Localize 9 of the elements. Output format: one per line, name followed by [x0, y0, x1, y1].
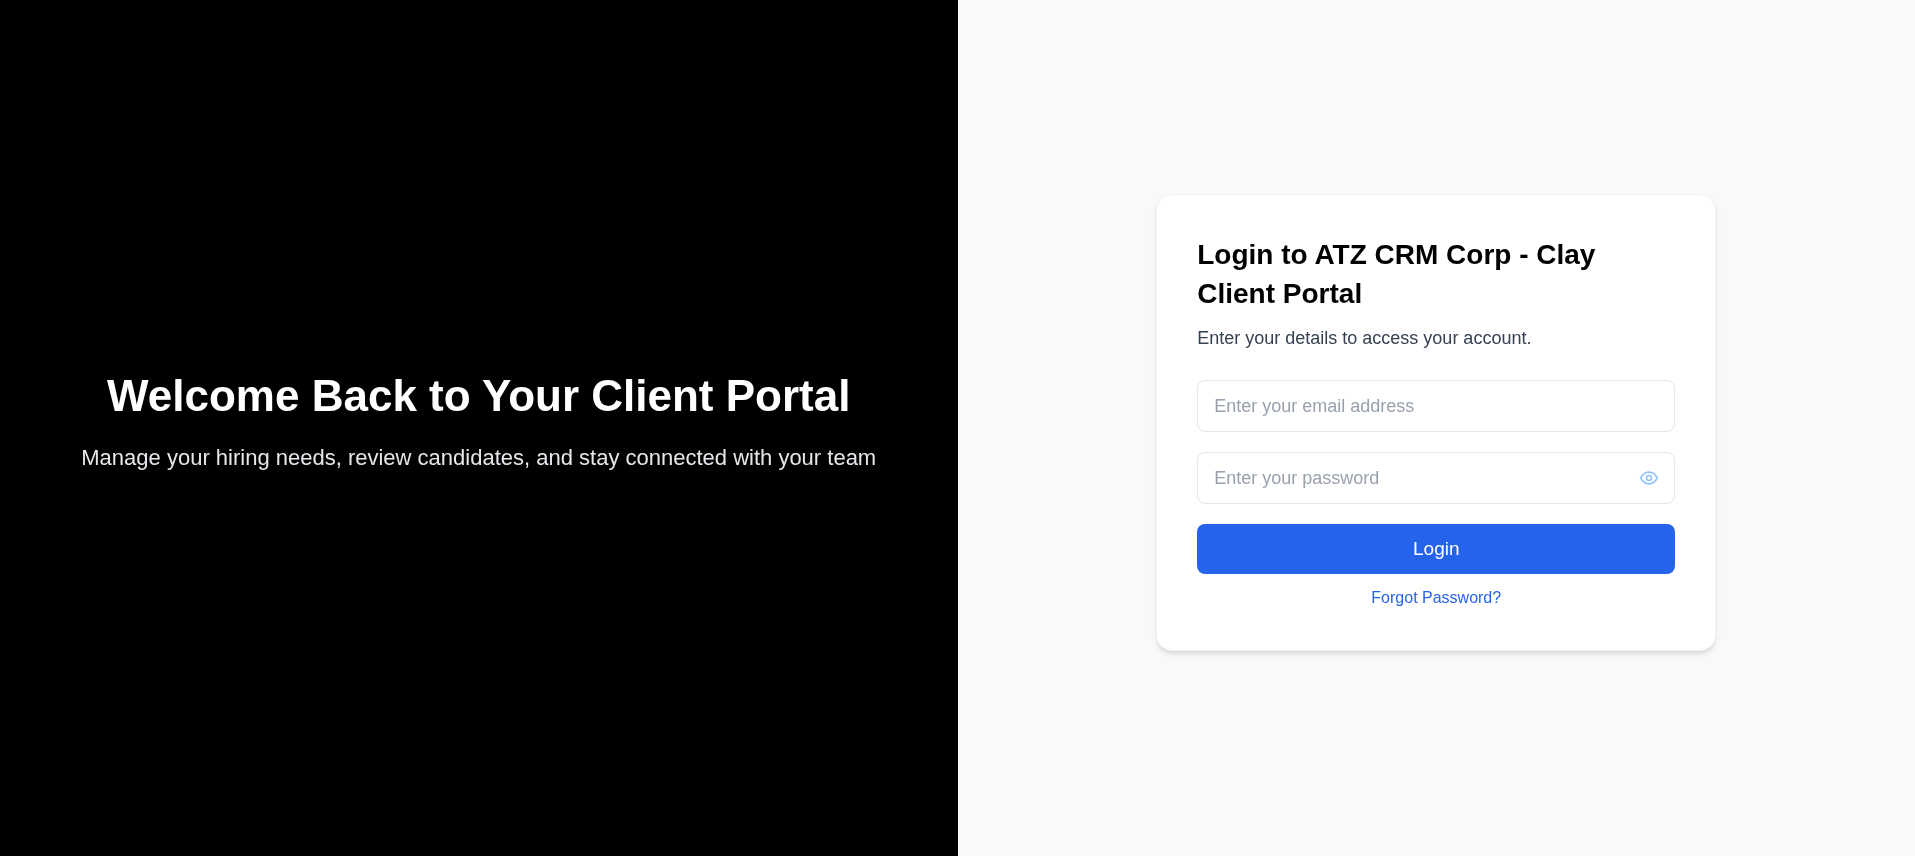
hero-subtitle: Manage your hiring needs, review candidates, and stay connected with your team [81, 443, 877, 472]
password-field[interactable]: Enter your password [1197, 452, 1676, 504]
card-title: Login to ATZ CRM Corp - Clay Client Portal [1197, 238, 1597, 311]
forgot-password-link[interactable]: Forgot Password? [1371, 586, 1502, 610]
eye-icon[interactable] [1639, 468, 1660, 488]
login-button[interactable]: Login [1197, 524, 1676, 574]
card-subtitle: Enter your details to access your account. [1197, 327, 1533, 350]
hero-title: Welcome Back to Your Client Portal [107, 369, 851, 422]
email-field[interactable]: Enter your email address [1197, 380, 1676, 432]
